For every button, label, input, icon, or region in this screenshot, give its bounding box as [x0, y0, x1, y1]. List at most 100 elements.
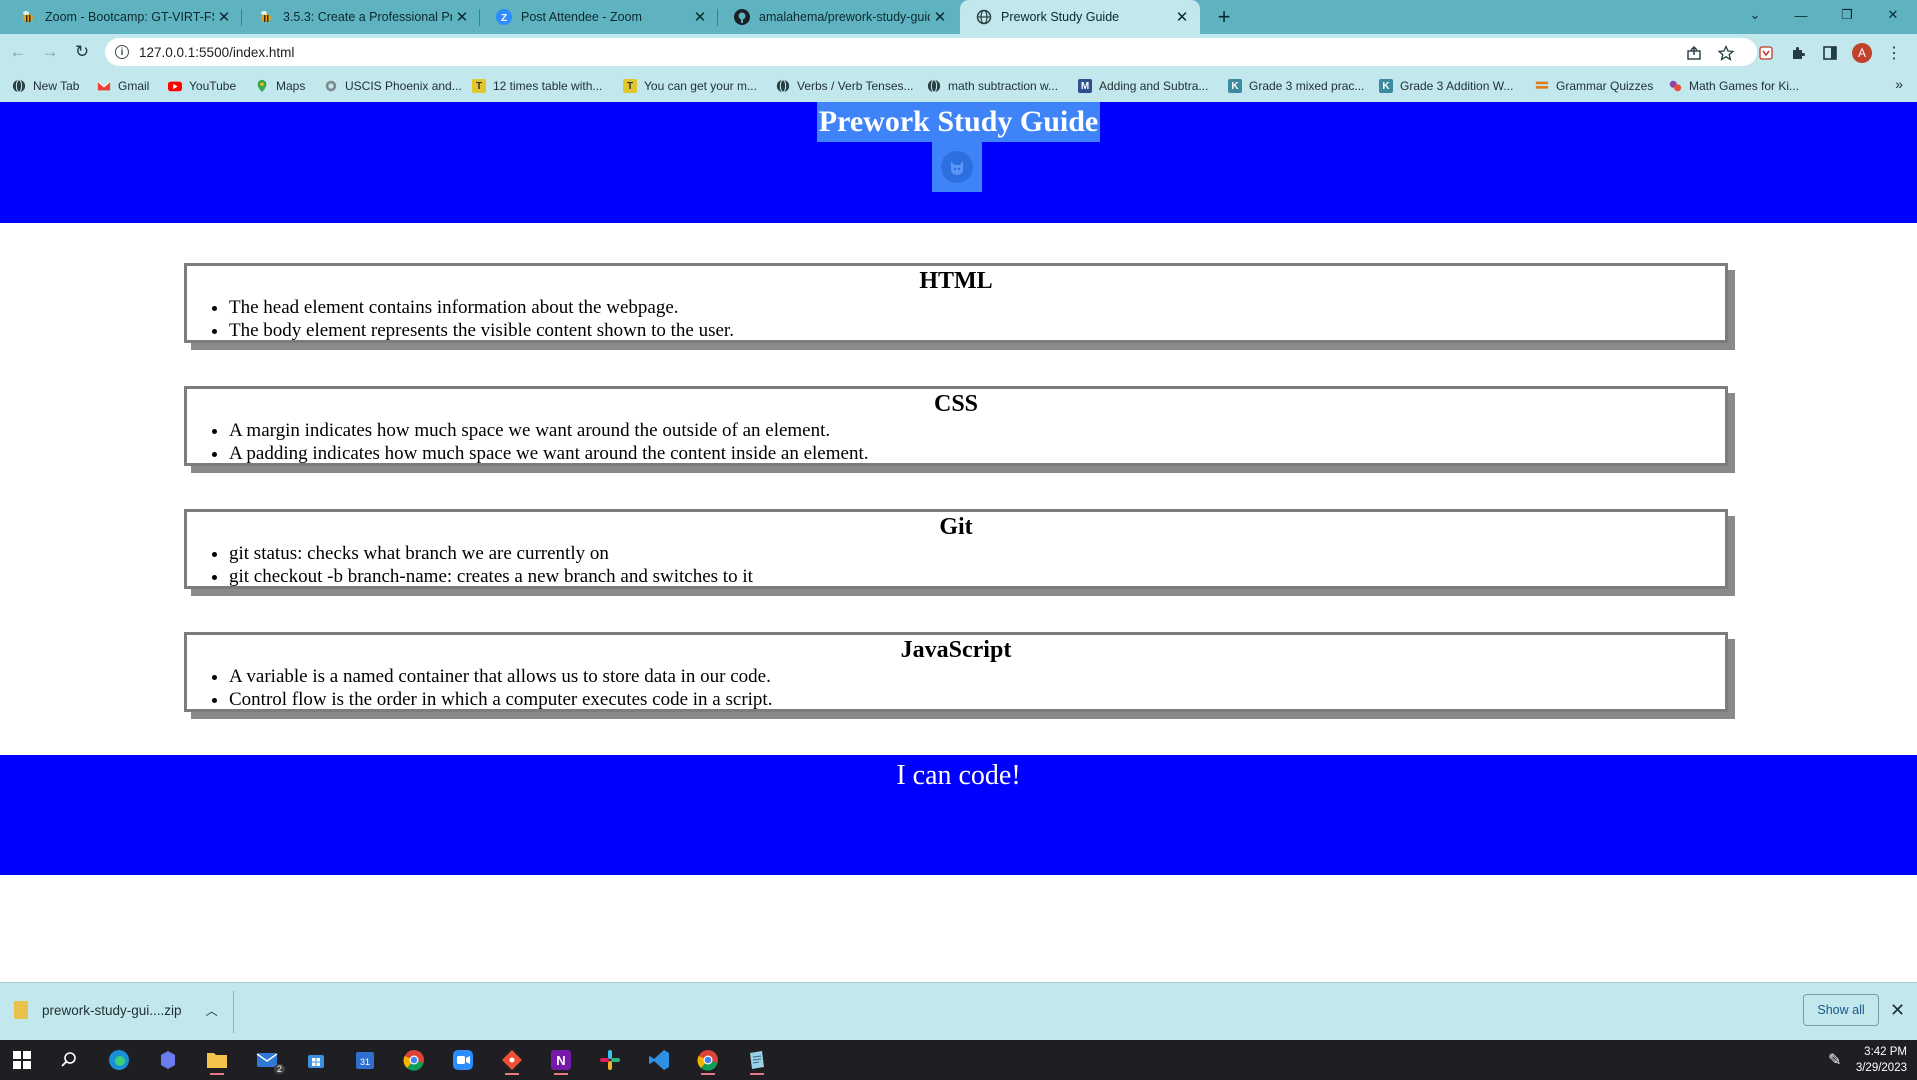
bookmark-grade3-mixed[interactable]: K Grade 3 mixed prac...: [1228, 76, 1364, 96]
bookmark-gmail[interactable]: Gmail: [97, 76, 149, 96]
bookmark-label: You can get your m...: [644, 79, 757, 93]
note-item: The body element represents the visible …: [229, 319, 1725, 342]
note-item: A variable is a named container that all…: [229, 665, 1725, 688]
globe-icon: [776, 79, 790, 93]
tab-title: Zoom - Bootcamp: GT-VIRT-FSF-: [45, 10, 214, 24]
windows-start-icon[interactable]: [6, 1045, 38, 1075]
bookmarks-overflow-button[interactable]: »: [1895, 76, 1903, 92]
tab-prework-study-guide[interactable]: Prework Study Guide ✕: [960, 0, 1200, 34]
bookmark-maps[interactable]: Maps: [255, 76, 305, 96]
bookmark-math-subtraction[interactable]: math subtraction w...: [927, 76, 1058, 96]
bookmark-label: 12 times table with...: [493, 79, 603, 93]
note-item: Control flow is the order in which a com…: [229, 688, 1725, 711]
zoom-app-icon[interactable]: [447, 1045, 479, 1075]
bookmark-new-tab[interactable]: New Tab: [12, 76, 79, 96]
vscode-icon[interactable]: [643, 1045, 675, 1075]
footer-text: I can code!: [896, 760, 1021, 791]
search-icon[interactable]: [53, 1045, 85, 1075]
divider: [233, 991, 234, 1033]
onenote-icon[interactable]: N: [545, 1045, 577, 1075]
close-tab-icon[interactable]: ✕: [214, 7, 234, 27]
clock-time: 3:42 PM: [1864, 1046, 1907, 1058]
bookmark-times-table[interactable]: T 12 times table with...: [472, 76, 602, 96]
cat-logo-icon: [941, 151, 973, 183]
close-tab-icon[interactable]: ✕: [690, 7, 710, 27]
extensions-puzzle-icon[interactable]: [1787, 42, 1809, 64]
bookmark-label: Adding and Subtra...: [1099, 79, 1209, 93]
address-url: 127.0.0.1:5500/index.html: [139, 44, 295, 60]
bookmark-adding-subtracting[interactable]: M Adding and Subtra...: [1078, 76, 1208, 96]
slack-icon[interactable]: [594, 1045, 626, 1075]
bookmark-star-icon[interactable]: [1715, 42, 1737, 64]
file-explorer-icon[interactable]: [201, 1045, 233, 1075]
restore-icon[interactable]: ❐: [1825, 0, 1869, 30]
notes-list: A variable is a named container that all…: [187, 665, 1725, 711]
share-icon[interactable]: [1683, 42, 1705, 64]
bookmark-grade3-addition[interactable]: K Grade 3 Addition W...: [1379, 76, 1513, 96]
close-tab-icon[interactable]: ✕: [930, 7, 950, 27]
copilot-icon[interactable]: [152, 1045, 184, 1075]
site-header: Prework Study Guide: [0, 102, 1917, 223]
bookmark-label: Verbs / Verb Tenses...: [797, 79, 914, 93]
bookmark-verbs[interactable]: Verbs / Verb Tenses...: [776, 76, 914, 96]
grammar-icon: [1535, 79, 1549, 93]
chrome-icon[interactable]: [398, 1045, 430, 1075]
minimize-icon[interactable]: —: [1779, 0, 1823, 30]
running-indicator: [554, 1073, 568, 1075]
bookmark-math-games[interactable]: Math Games for Ki...: [1668, 76, 1799, 96]
pen-icon[interactable]: ✎: [1828, 1050, 1841, 1070]
bookmark-you-can-get[interactable]: T You can get your m...: [623, 76, 757, 96]
forward-icon[interactable]: →: [38, 40, 62, 64]
m-icon: M: [1078, 79, 1092, 93]
calendar-icon[interactable]: 31: [349, 1045, 381, 1075]
notes-list: git status: checks what branch we are cu…: [187, 542, 1725, 588]
notepad-icon[interactable]: [741, 1045, 773, 1075]
tab-zoom-bootcamp[interactable]: Zoom - Bootcamp: GT-VIRT-FSF- ✕: [4, 0, 242, 34]
bookmarks-bar: New Tab Gmail YouTube Maps USCIS Phoenix…: [0, 70, 1917, 102]
chevron-up-icon[interactable]: ︿: [206, 1002, 218, 1019]
mail-badge: 2: [273, 1064, 285, 1074]
tab-strip: Zoom - Bootcamp: GT-VIRT-FSF- ✕ 3.5.3: C…: [0, 0, 1917, 34]
address-bar[interactable]: i 127.0.0.1:5500/index.html: [105, 38, 1757, 66]
tab-create-project[interactable]: 3.5.3: Create a Professional Proje ✕: [242, 0, 480, 34]
site-info-icon[interactable]: i: [115, 45, 129, 59]
tab-post-attendee[interactable]: Z Post Attendee - Zoom ✕: [480, 0, 718, 34]
browser-toolbar: ← → ↻ i 127.0.0.1:5500/index.html: [0, 34, 1917, 70]
reload-icon[interactable]: ↻: [70, 40, 94, 64]
bookmark-youtube[interactable]: YouTube: [168, 76, 236, 96]
menu-kebab-icon[interactable]: ⋮: [1883, 42, 1905, 64]
system-clock[interactable]: 3:42 PM 3/29/2023: [1856, 1044, 1907, 1076]
side-panel-icon[interactable]: [1819, 42, 1841, 64]
download-item[interactable]: prework-study-gui....zip ︿: [14, 1001, 218, 1019]
git-icon[interactable]: [496, 1045, 528, 1075]
close-tab-icon[interactable]: ✕: [1172, 7, 1192, 27]
close-icon[interactable]: ✕: [1890, 1000, 1905, 1021]
svg-text:N: N: [556, 1053, 565, 1068]
section-heading: HTML: [919, 268, 993, 294]
svg-text:Z: Z: [501, 13, 507, 24]
extension-shield-icon[interactable]: [1755, 42, 1777, 64]
bookmark-label: USCIS Phoenix and...: [345, 79, 462, 93]
site-title-wrap: Prework Study Guide: [0, 102, 1917, 142]
edge-icon[interactable]: [103, 1045, 135, 1075]
tab-title: Prework Study Guide: [1001, 10, 1120, 24]
chrome-running-icon[interactable]: [692, 1045, 724, 1075]
tab-search-icon[interactable]: ⌄: [1733, 0, 1777, 30]
tab-title: 3.5.3: Create a Professional Proje: [283, 10, 452, 24]
globe-icon: [927, 79, 941, 93]
close-tab-icon[interactable]: ✕: [452, 7, 472, 27]
back-icon[interactable]: ←: [6, 40, 30, 64]
running-indicator: [750, 1073, 764, 1075]
mail-icon[interactable]: 2: [251, 1045, 285, 1075]
globe-icon: [976, 9, 992, 25]
bookmark-grammar-quizzes[interactable]: Grammar Quizzes: [1535, 76, 1653, 96]
new-tab-button[interactable]: +: [1211, 4, 1237, 30]
bookmark-label: Grade 3 mixed prac...: [1249, 79, 1365, 93]
close-window-icon[interactable]: ✕: [1871, 0, 1915, 30]
youtube-icon: [168, 79, 182, 93]
bookmark-uscis[interactable]: USCIS Phoenix and...: [324, 76, 462, 96]
tab-github-repo[interactable]: amalahema/prework-study-guide ✕: [718, 0, 958, 34]
store-icon[interactable]: [300, 1045, 332, 1075]
show-all-button[interactable]: Show all: [1803, 994, 1879, 1026]
profile-avatar[interactable]: A: [1851, 42, 1873, 64]
